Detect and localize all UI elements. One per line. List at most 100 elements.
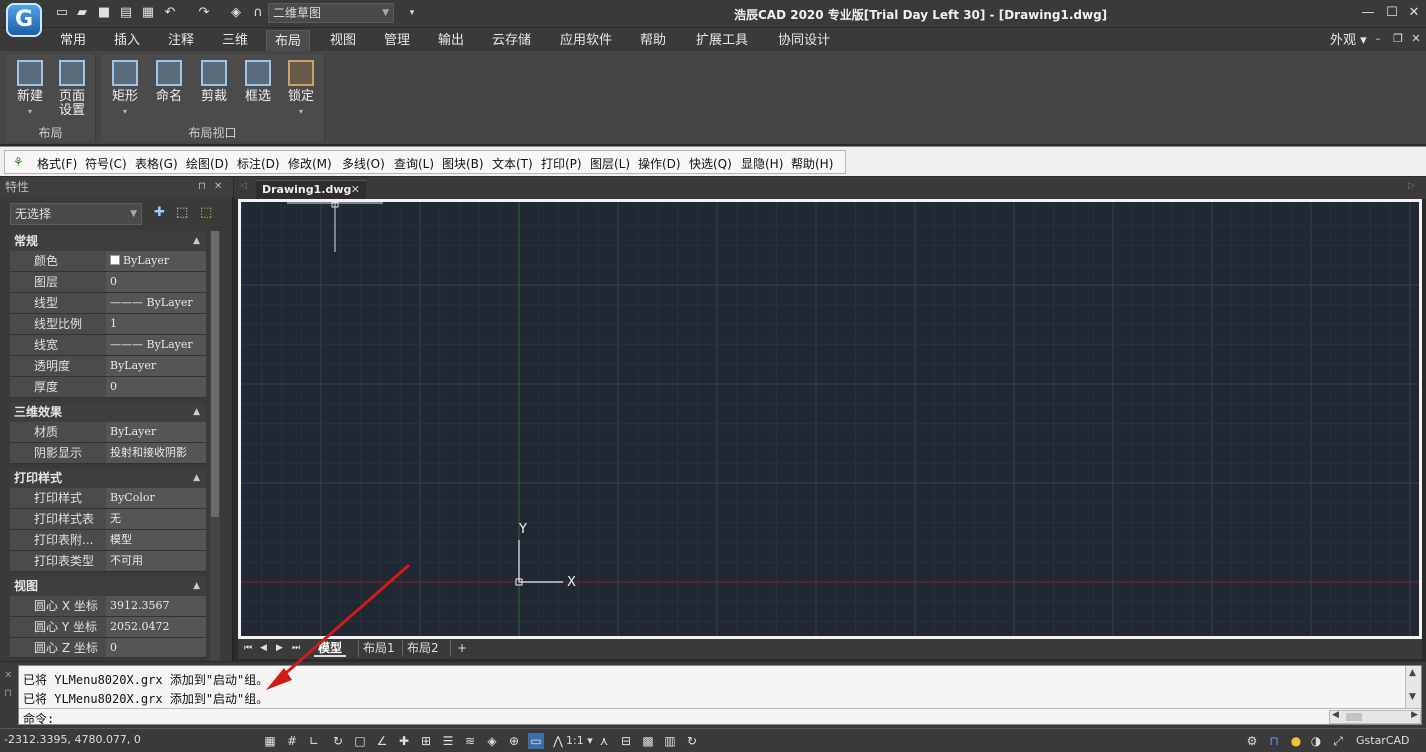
property-row[interactable]: 图层 0 — [10, 272, 206, 293]
calculator-icon[interactable]: ▥ — [662, 733, 678, 749]
tab-layout1[interactable]: 布局1 — [358, 640, 399, 657]
gear-icon[interactable]: ⚙ — [1244, 733, 1260, 749]
menu-format[interactable]: 格式(F) — [37, 155, 77, 172]
tab-home[interactable]: 常用 — [52, 30, 94, 51]
property-row[interactable]: 打印表类型 不可用 — [10, 551, 206, 572]
maximize-button[interactable]: ☐ — [1382, 4, 1402, 22]
lightbulb-icon[interactable]: ● — [1288, 733, 1304, 749]
tab-extension-tools[interactable]: 扩展工具 — [688, 30, 756, 51]
drawing-canvas[interactable]: Y X — [241, 202, 1419, 636]
new-layout-button[interactable]: 新建 ▾ — [10, 60, 50, 119]
document-tab[interactable]: Drawing1.dwg ✕ — [256, 180, 366, 199]
property-row[interactable]: 线型比例 1 — [10, 314, 206, 335]
menu-draw[interactable]: 绘图(D) — [186, 155, 229, 172]
layers-stack-icon[interactable]: ◈ — [228, 5, 244, 21]
property-row[interactable]: 圆心 Y 坐标 2052.0472 — [10, 617, 206, 638]
next-layout-icon[interactable]: ▶ — [276, 640, 283, 657]
close-button[interactable]: ✕ — [1404, 4, 1424, 22]
open-folder-icon[interactable]: ▰ — [74, 5, 90, 21]
property-row[interactable]: 材质 ByLayer — [10, 422, 206, 443]
property-row[interactable]: 线型 ——— ByLayer — [10, 293, 206, 314]
property-row[interactable]: 厚度 0 — [10, 377, 206, 398]
ortho-icon[interactable]: ∟ — [306, 733, 322, 749]
polar-tracking-icon[interactable]: ↻ — [330, 733, 346, 749]
tab-help[interactable]: 帮助 — [632, 30, 674, 51]
doc-restore-button[interactable]: ❐ — [1388, 30, 1408, 48]
headset-icon[interactable]: ∩ — [250, 5, 266, 21]
selection-dropdown[interactable]: 无选择 ▼ — [10, 203, 142, 225]
property-row[interactable]: 打印表附... 模型 — [10, 530, 206, 551]
scrollbar-thumb[interactable] — [1346, 713, 1362, 721]
section-general[interactable]: 常规 ▲ — [10, 231, 206, 251]
minimize-button[interactable]: — — [1358, 4, 1378, 22]
command-hscrollbar[interactable]: ◀ ▶ — [1329, 710, 1421, 724]
close-icon[interactable]: ✕ — [351, 181, 360, 199]
menu-text[interactable]: 文本(T) — [492, 155, 533, 172]
tab-output[interactable]: 输出 — [430, 30, 472, 51]
doc-close-button[interactable]: ✕ — [1406, 30, 1426, 48]
tab-model[interactable]: 模型 — [314, 640, 347, 657]
grid-display-icon[interactable]: # — [284, 733, 300, 749]
command-input-row[interactable]: 命令: — [19, 708, 1421, 726]
add-layout-button[interactable]: + — [450, 640, 473, 657]
clip-viewport-button[interactable]: 剪裁 — [194, 60, 234, 104]
add-selection-icon[interactable]: ✚ — [154, 205, 165, 220]
section-plot-style[interactable]: 打印样式 ▲ — [10, 468, 206, 488]
pin-icon[interactable]: ⊓ — [4, 688, 12, 699]
redo-icon[interactable]: ↷ — [196, 5, 212, 21]
tab-cloud-storage[interactable]: 云存储 — [484, 30, 539, 51]
first-layout-icon[interactable]: ⏮ — [244, 640, 252, 657]
tab-layout2[interactable]: 布局2 — [402, 640, 443, 657]
box-select-button[interactable]: 框选 — [238, 60, 278, 104]
refresh-icon[interactable]: ↻ — [684, 733, 700, 749]
tab-annotate[interactable]: 注释 — [160, 30, 202, 51]
tab-insert[interactable]: 插入 — [106, 30, 148, 51]
tab-3d[interactable]: 三维 — [214, 30, 256, 51]
object-snap-icon[interactable]: □ — [352, 733, 368, 749]
scroll-right-icon[interactable]: ▶ — [1411, 710, 1418, 720]
annotation-scale-sync-icon[interactable]: ⋏ — [596, 733, 612, 749]
dynamic-input-icon[interactable]: ⊞ — [418, 733, 434, 749]
page-setup-button[interactable]: 页面 设置 — [52, 60, 92, 118]
workspace-switch-icon[interactable]: ⊟ — [618, 733, 634, 749]
menu-quick-select[interactable]: 快选(Q) — [689, 155, 732, 172]
rectangle-viewport-button[interactable]: 矩形 ▾ — [105, 60, 145, 119]
close-icon[interactable]: ✕ — [214, 177, 222, 197]
menu-print[interactable]: 打印(P) — [541, 155, 582, 172]
tab-manage[interactable]: 管理 — [376, 30, 418, 51]
section-3d-effects[interactable]: 三维效果 ▲ — [10, 402, 206, 422]
property-row[interactable]: 打印样式表无 — [10, 509, 206, 530]
menu-query[interactable]: 查询(L) — [394, 155, 434, 172]
model-space[interactable]: Y X — [241, 202, 1419, 636]
menu-operation[interactable]: 操作(D) — [638, 155, 681, 172]
close-icon[interactable]: ✕ — [4, 670, 12, 681]
doc-minimize-button[interactable]: – — [1368, 30, 1388, 48]
new-file-icon[interactable]: ▭ — [54, 5, 70, 21]
undo-icon[interactable]: ↶ — [162, 5, 178, 21]
save-as-icon[interactable]: ▤ — [118, 5, 134, 21]
annotation-scale[interactable]: 1:1 ▾ — [566, 734, 593, 747]
lineweight-icon[interactable]: ☰ — [440, 733, 456, 749]
tab-layout[interactable]: 布局 — [266, 30, 311, 51]
menu-multiline[interactable]: 多线(O) — [342, 155, 385, 172]
zoom-icon[interactable]: ⊕ — [506, 733, 522, 749]
quick-select-icon[interactable]: ⬚ — [200, 205, 212, 220]
app-logo-icon[interactable]: G — [6, 3, 42, 37]
select-objects-icon[interactable]: ⬚ — [176, 205, 188, 220]
property-row[interactable]: 阴影显示 投射和接收阴影 — [10, 443, 206, 464]
menu-table[interactable]: 表格(G) — [135, 155, 178, 172]
prev-layout-icon[interactable]: ◀ — [260, 640, 267, 657]
scroll-down-icon[interactable]: ▼ — [1409, 692, 1416, 702]
appearance-menu[interactable]: 外观 ▾ — [1322, 30, 1375, 51]
scroll-left-icon[interactable]: ◁ — [240, 181, 247, 191]
lock-viewport-button[interactable]: 锁定 ▾ — [281, 60, 321, 119]
property-row[interactable]: 圆心 Z 坐标 0 — [10, 638, 206, 658]
lock-icon[interactable]: ⊓ — [1266, 733, 1282, 749]
property-row[interactable]: 透明度 ByLayer — [10, 356, 206, 377]
menu-symbol[interactable]: 符号(C) — [85, 155, 127, 172]
named-viewport-button[interactable]: 命名 — [149, 60, 189, 104]
scroll-right-icon[interactable]: ▷ — [1408, 181, 1415, 191]
properties-scrollbar[interactable] — [210, 231, 220, 661]
scroll-left-icon[interactable]: ◀ — [1332, 710, 1339, 720]
menu-modify[interactable]: 修改(M) — [288, 155, 332, 172]
